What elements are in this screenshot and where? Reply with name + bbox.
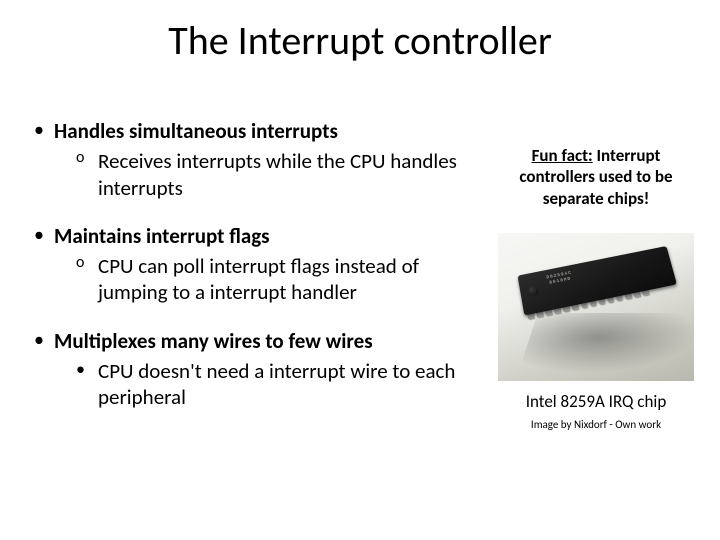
bullet-head: Handles simultaneous interrupts <box>54 118 338 144</box>
fun-fact-lead: Fun fact: <box>532 145 593 166</box>
bullet-list: Handles simultaneous interrupts Receives… <box>34 118 464 410</box>
image-credit: Image by Nixdorf - Own work <box>498 418 694 431</box>
sub-bullet: CPU can poll interrupt flags instead of … <box>76 253 464 306</box>
bullet-item: Maintains interrupt flags CPU can poll i… <box>34 223 464 306</box>
bullet-item: Multiplexes many wires to few wires CPU … <box>34 328 464 411</box>
content-area: Handles simultaneous interrupts Receives… <box>34 118 464 432</box>
chip-image: D8259AC 8618HD <box>498 233 694 381</box>
slide-title: The Interrupt controller <box>0 16 720 65</box>
bullet-item: Handles simultaneous interrupts Receives… <box>34 118 464 201</box>
fun-fact-text: Fun fact: Interrupt controllers used to … <box>498 145 694 209</box>
sidebar: Fun fact: Interrupt controllers used to … <box>498 145 694 431</box>
image-caption: Intel 8259A IRQ chip <box>498 391 694 412</box>
bullet-head: Multiplexes many wires to few wires <box>54 328 373 354</box>
sub-bullet: CPU doesn't need a interrupt wire to eac… <box>76 358 464 411</box>
chip-marking: D8259AC 8618HD <box>546 270 574 287</box>
slide: The Interrupt controller Handles simulta… <box>0 0 720 540</box>
sub-bullet: Receives interrupts while the CPU handle… <box>76 148 464 201</box>
bullet-head: Maintains interrupt flags <box>54 223 270 249</box>
